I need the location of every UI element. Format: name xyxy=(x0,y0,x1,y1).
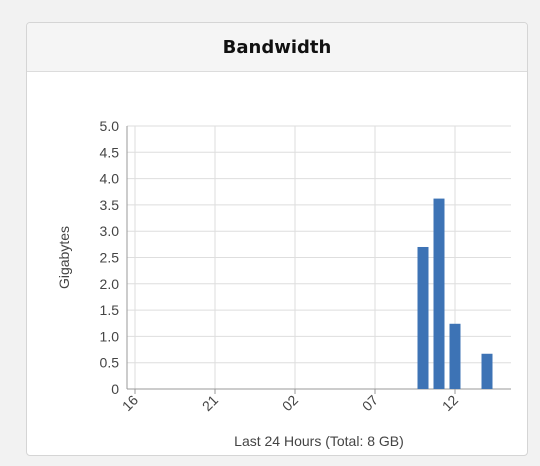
bandwidth-chart: 0 0.5 1.0 1.5 2.0 2.5 3.0 3.5 4.0 4.5 5.0 16 21 02 07 1… xyxy=(27,71,527,455)
panel-header: Bandwidth xyxy=(27,23,527,72)
y-axis-title: Gigabytes xyxy=(56,226,72,289)
panel-title: Bandwidth xyxy=(222,36,332,58)
y-tick-label: 3.5 xyxy=(100,197,120,213)
y-tick-label: 2.5 xyxy=(100,250,120,266)
y-tick-label: 0.5 xyxy=(100,355,120,371)
y-tick-label: 0 xyxy=(111,381,119,397)
bandwidth-bar xyxy=(417,246,429,389)
bandwidth-bar xyxy=(433,198,445,389)
bandwidth-bar xyxy=(449,323,461,389)
y-tick-label: 2.0 xyxy=(100,276,120,292)
bandwidth-bar xyxy=(481,353,493,389)
bandwidth-chart-svg: 0 0.5 1.0 1.5 2.0 2.5 3.0 3.5 4.0 4.5 5.0 16 21 02 07 1… xyxy=(56,118,511,449)
x-tick-label: 12 xyxy=(439,392,461,414)
y-tick-label: 4.0 xyxy=(100,171,120,187)
x-tick-label: 07 xyxy=(359,392,381,414)
y-tick-label: 1.5 xyxy=(100,302,120,318)
y-tick-label: 4.5 xyxy=(100,144,120,160)
y-tick-label: 1.0 xyxy=(100,328,120,344)
y-tick-label: 3.0 xyxy=(100,223,120,239)
x-tick-label: 21 xyxy=(199,392,221,414)
x-tick-label: 16 xyxy=(119,392,141,414)
bandwidth-panel: Bandwidth 0 0.5 1.0 1.5 2.0 2.5 3.0 3.5 4.0 4.5 5.… xyxy=(26,22,528,456)
x-tick-label: 02 xyxy=(279,392,301,414)
y-tick-label: 5.0 xyxy=(100,118,120,134)
x-axis-title: Last 24 Hours (Total: 8 GB) xyxy=(234,433,404,449)
